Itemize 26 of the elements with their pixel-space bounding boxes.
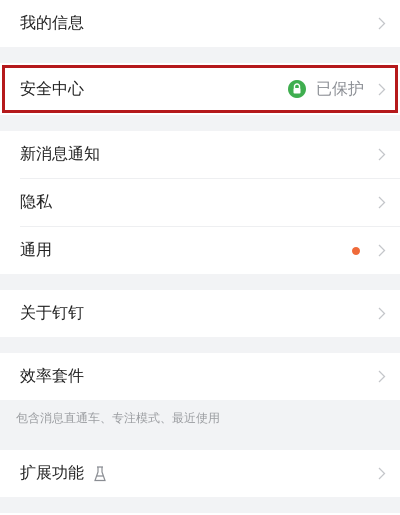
settings-row[interactable]: 关于钉钉 — [0, 290, 400, 337]
row-label: 安全中心 — [20, 78, 84, 100]
chevron-icon — [378, 467, 386, 480]
settings-row[interactable]: 通用 — [0, 227, 400, 274]
chevron-icon — [378, 82, 386, 96]
settings-row[interactable]: 效率套件 — [0, 353, 400, 400]
row-label: 关于钉钉 — [20, 303, 84, 324]
status-text: 已保护 — [316, 78, 364, 100]
row-label: 扩展功能 — [20, 463, 84, 484]
settings-row[interactable]: 安全中心 已保护 — [0, 63, 400, 115]
settings-row[interactable]: 隐私 — [0, 179, 400, 226]
chevron-icon — [378, 196, 386, 209]
chevron-icon — [378, 148, 386, 161]
settings-row[interactable]: 扩展功能 — [0, 450, 400, 497]
chevron-icon — [378, 370, 386, 383]
settings-row[interactable]: 新消息通知 — [0, 131, 400, 178]
row-label: 我的信息 — [20, 13, 84, 34]
chevron-icon — [378, 244, 386, 257]
row-label: 通用 — [20, 240, 52, 261]
chevron-icon — [378, 307, 386, 320]
settings-row[interactable]: 我的信息 — [0, 0, 400, 47]
row-label: 隐私 — [20, 192, 52, 213]
chevron-icon — [378, 17, 386, 30]
section-note: 包含消息直通车、专注模式、最近使用 — [15, 410, 221, 427]
row-label: 新消息通知 — [20, 144, 100, 165]
row-label: 效率套件 — [20, 366, 84, 387]
